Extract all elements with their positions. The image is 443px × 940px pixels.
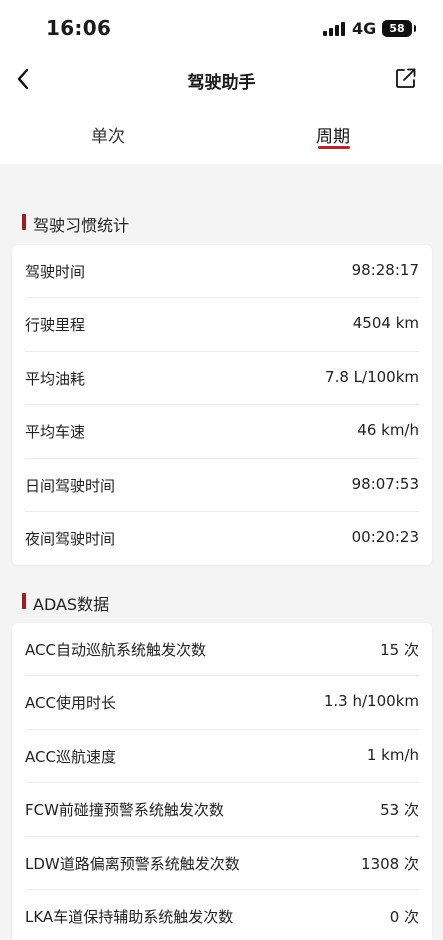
driving-assistant-screen: 16:06 4G 58 驾驶助手 单次 周期 驾驶习惯统计 驾驶时间 98:28… bbox=[0, 0, 443, 940]
section-marker bbox=[22, 593, 26, 609]
battery-icon: 58 bbox=[382, 20, 416, 37]
stat-label: 行驶里程 bbox=[25, 316, 86, 335]
network-type: 4G bbox=[352, 19, 377, 38]
stat-row-mileage: 行驶里程 4504 km bbox=[25, 298, 419, 352]
stat-value: 1.3 h/100km bbox=[323, 692, 419, 711]
stat-value: 4504 km bbox=[352, 314, 419, 333]
stat-value: 0 次 bbox=[389, 907, 419, 926]
stat-row-night-driving: 夜间驾驶时间 00:20:23 bbox=[25, 512, 419, 565]
share-icon[interactable] bbox=[395, 67, 417, 89]
stat-value: 1308 次 bbox=[361, 854, 419, 873]
stat-value: 15 次 bbox=[380, 641, 419, 659]
adas-card: ACC自动巡航系统触发次数 15 次 ACC使用时长 1.3 h/100km A… bbox=[12, 623, 432, 940]
stat-row-driving-time: 驾驶时间 98:28:17 bbox=[25, 245, 419, 299]
section-marker bbox=[22, 214, 26, 230]
driving-habits-card: 驾驶时间 98:28:17 行驶里程 4504 km 平均油耗 7.8 L/10… bbox=[12, 245, 432, 566]
stat-value: 00:20:23 bbox=[351, 527, 419, 546]
stat-label: FCW前碰撞预警系统触发次数 bbox=[25, 801, 224, 820]
stat-value: 46 km/h bbox=[357, 421, 419, 440]
stat-label: 夜间驾驶时间 bbox=[25, 529, 116, 548]
stat-label: 驾驶时间 bbox=[25, 263, 86, 281]
stat-label: ACC巡航速度 bbox=[25, 747, 116, 766]
adas-row-ldw-triggers: LDW道路偏离预警系统触发次数 1308 次 bbox=[25, 837, 419, 890]
section-title: 驾驶习惯统计 bbox=[33, 216, 130, 235]
stat-label: LDW道路偏离预警系统触发次数 bbox=[25, 854, 240, 873]
stat-label: 平均车速 bbox=[25, 423, 86, 442]
section-title: ADAS数据 bbox=[33, 595, 110, 614]
stat-row-avg-speed: 平均车速 46 km/h bbox=[25, 405, 419, 459]
cellular-signal-icon bbox=[323, 22, 345, 36]
tab-period[interactable]: 周期 bbox=[316, 122, 350, 147]
stat-label: LKA车道保持辅助系统触发次数 bbox=[25, 907, 234, 926]
stat-label: ACC自动巡航系统触发次数 bbox=[25, 641, 206, 659]
stat-value: 98:07:53 bbox=[351, 474, 419, 493]
page-title: 驾驶助手 bbox=[187, 73, 256, 93]
adas-row-fcw-triggers: FCW前碰撞预警系统触发次数 53 次 bbox=[25, 783, 419, 837]
selected-tab-indicator bbox=[318, 146, 350, 149]
stat-label: 日间驾驶时间 bbox=[25, 476, 116, 495]
adas-row-acc-triggers: ACC自动巡航系统触发次数 15 次 bbox=[25, 623, 419, 677]
status-time: 16:06 bbox=[46, 16, 112, 40]
nav-bar: 驾驶助手 bbox=[0, 56, 443, 102]
stat-value: 7.8 L/100km bbox=[325, 367, 419, 386]
adas-row-acc-duration: ACC使用时长 1.3 h/100km bbox=[25, 676, 419, 730]
stat-label: ACC使用时长 bbox=[25, 694, 116, 713]
adas-row-acc-speed: ACC巡航速度 1 km/h bbox=[25, 730, 419, 784]
stat-row-day-driving: 日间驾驶时间 98:07:53 bbox=[25, 459, 419, 512]
stat-label: 平均油耗 bbox=[25, 369, 86, 388]
stat-value: 98:28:17 bbox=[351, 261, 419, 279]
period-tabs: 单次 周期 bbox=[0, 102, 443, 164]
adas-row-lka-triggers: LKA车道保持辅助系统触发次数 0 次 bbox=[25, 890, 419, 940]
status-bar: 16:06 4G 58 bbox=[0, 0, 443, 56]
tab-single[interactable]: 单次 bbox=[91, 122, 125, 147]
stat-value: 53 次 bbox=[380, 801, 419, 820]
stat-row-avg-fuel: 平均油耗 7.8 L/100km bbox=[25, 352, 419, 406]
stat-value: 1 km/h bbox=[366, 745, 419, 764]
